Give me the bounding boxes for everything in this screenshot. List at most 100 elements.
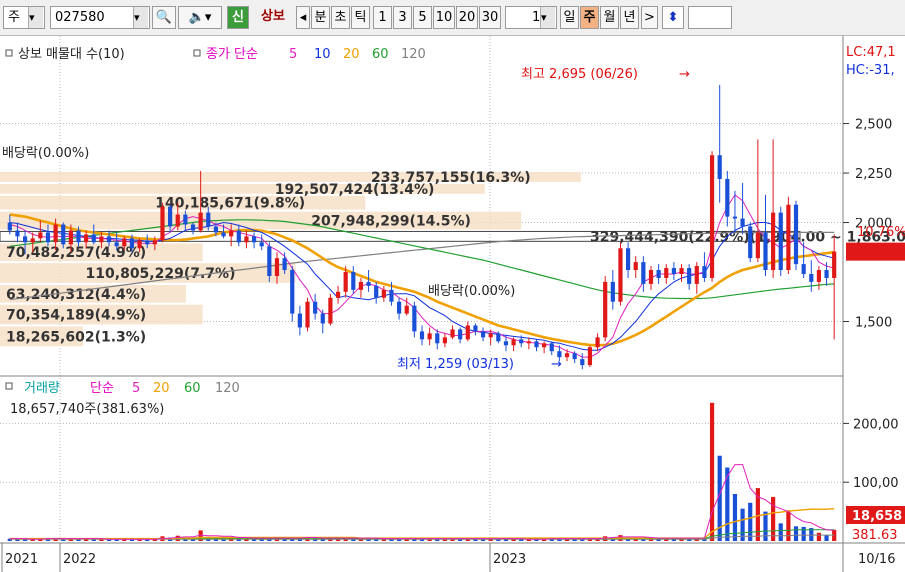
candle-body — [648, 270, 654, 284]
candle-body — [671, 268, 676, 274]
candle-body — [748, 226, 753, 259]
interval-button[interactable]: 3 — [393, 6, 412, 29]
candle-body — [282, 258, 287, 271]
x-axis-label: 2023 — [493, 552, 526, 567]
candle-body — [290, 270, 295, 314]
interval-button[interactable]: 10 — [433, 6, 455, 29]
current-volume-tag-text: 18,658 — [852, 509, 902, 524]
candle-body — [114, 242, 119, 247]
speaker-icon[interactable]: 🔈▾ — [178, 6, 222, 29]
candle-body — [595, 337, 600, 348]
candle-body — [61, 224, 66, 245]
current-volume-pct-tag: 381.63 — [852, 528, 898, 543]
candle-body — [656, 270, 661, 278]
candle-body — [106, 236, 112, 243]
candle-body — [15, 230, 20, 237]
interval-button[interactable]: 1 — [373, 6, 392, 29]
up-down-arrow-icon[interactable]: ⬍ — [662, 6, 684, 29]
market-select[interactable]: 주 — [3, 6, 45, 29]
nav-right-button[interactable]: > — [641, 6, 658, 29]
dividend-annotation: 배당락(0.00%) — [2, 146, 89, 161]
legend-marker-icon — [5, 382, 13, 390]
interval-button[interactable]: 30 — [479, 6, 501, 29]
tab-tick[interactable]: 틱 — [351, 6, 370, 29]
candle-body — [236, 230, 241, 243]
candle-body — [404, 305, 409, 314]
candle-body — [717, 155, 722, 179]
tab-day[interactable]: 일 — [560, 6, 579, 29]
candle-body — [389, 289, 394, 302]
candle-body — [618, 248, 623, 302]
candle-body — [572, 353, 577, 360]
nav-left-button[interactable]: ◂ — [296, 6, 310, 29]
tab-week[interactable]: 주 — [580, 6, 599, 29]
volume-bar — [763, 511, 768, 541]
volume-profile-label: 18,265,602(1.3%) — [6, 329, 146, 345]
candle-body — [580, 359, 585, 366]
candle-body — [809, 274, 814, 282]
hc-readout: HC:-31, — [846, 63, 895, 78]
volume-legend-ma-label: 단순 — [90, 381, 114, 396]
candle-body — [793, 204, 799, 265]
candle-body — [709, 155, 715, 278]
candle-body — [38, 232, 43, 239]
candle-body — [687, 268, 692, 284]
tab-second[interactable]: 초 — [331, 6, 350, 29]
high-arrow-icon: → — [679, 67, 690, 82]
candle-body — [313, 301, 318, 314]
candle-body — [641, 262, 646, 284]
current-price-tag — [846, 242, 905, 261]
candle-body — [519, 339, 524, 344]
candle-body — [198, 212, 203, 231]
low-annotation: 최저 1,259 (03/13) — [397, 357, 514, 372]
candle-body — [786, 204, 791, 271]
volume-tick-label: 100,00 — [853, 476, 899, 491]
volume-bar — [709, 402, 715, 541]
candle-body — [549, 343, 554, 352]
candle-body — [564, 353, 570, 358]
candle-body — [381, 289, 386, 298]
candle-body — [442, 337, 447, 344]
candle-body — [145, 240, 150, 245]
dividend-annotation: 배당락(0.00%) — [428, 284, 515, 299]
candle-body — [534, 341, 539, 348]
candle-body — [244, 236, 249, 243]
candle-body — [427, 333, 432, 340]
legend-ma-5: 5 — [289, 47, 297, 62]
low-arrow-icon: → — [551, 357, 562, 372]
magnifier-icon[interactable]: 🔍 — [152, 6, 176, 29]
stock-code-input[interactable]: 027580 — [50, 6, 150, 29]
tab-minute[interactable]: 분 — [311, 6, 330, 29]
legend-marker-icon — [5, 49, 13, 57]
candle-body — [259, 242, 264, 247]
x-axis-label: 2021 — [5, 552, 38, 567]
candle-body — [801, 264, 806, 274]
interval-button[interactable]: 20 — [456, 6, 478, 29]
interval-select[interactable]: 1 — [505, 6, 557, 29]
legend-ma-60: 60 — [372, 47, 389, 62]
candle-body — [740, 218, 745, 227]
candle-body — [122, 238, 127, 247]
candle-body — [84, 234, 89, 243]
extra-input[interactable] — [688, 6, 732, 29]
legend-ma-120: 120 — [401, 47, 426, 62]
chart-toolbar: 주 027580 🔍 🔈▾ 신 상보 ◂ 분 초 틱 1 3 5 10 20 3… — [0, 0, 905, 36]
candle-body — [832, 251, 837, 278]
candle-body — [22, 236, 28, 243]
candle-body — [664, 268, 669, 278]
tab-year[interactable]: 년 — [620, 6, 639, 29]
candle-body — [175, 214, 180, 227]
tab-month[interactable]: 월 — [600, 6, 619, 29]
candle-body — [488, 333, 493, 338]
candle-body — [30, 238, 35, 243]
candle-body — [542, 343, 547, 348]
current-price-tag-text: 1,853 — [855, 207, 896, 222]
candle-body — [526, 341, 531, 344]
candle-body — [335, 291, 341, 298]
high-annotation: 최고 2,695 (06/26) — [521, 67, 638, 82]
interval-button[interactable]: 5 — [413, 6, 432, 29]
x-axis-label: 2022 — [63, 552, 96, 567]
volume-bar — [801, 526, 806, 541]
candle-body — [694, 266, 699, 284]
volume-legend-ma-60: 60 — [184, 381, 201, 396]
